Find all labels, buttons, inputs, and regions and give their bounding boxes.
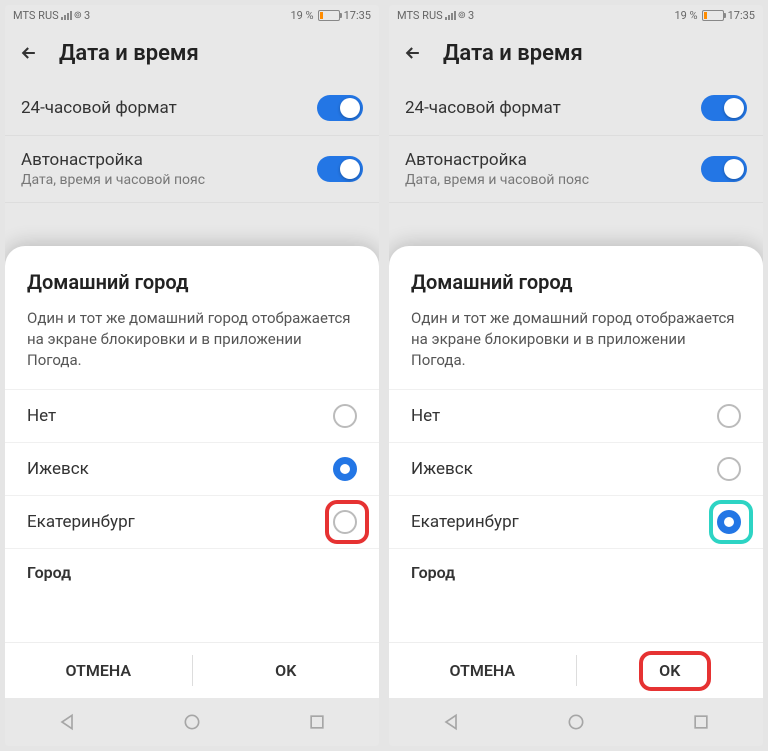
dialog-buttons: ОТМЕНА OK <box>5 642 379 698</box>
signal-icon <box>445 10 456 20</box>
setting-24h[interactable]: 24-часовой формат <box>389 81 763 136</box>
sim-label: 3 <box>84 9 90 22</box>
battery-icon <box>318 10 340 21</box>
dialog-title: Домашний город <box>389 270 763 308</box>
setting-auto[interactable]: Автонастройка Дата, время и часовой пояс <box>389 136 763 203</box>
radio-izhevsk[interactable] <box>333 457 357 481</box>
sim-label: 3 <box>468 9 474 22</box>
time-label: 17:35 <box>344 9 371 22</box>
cancel-button[interactable]: ОТМЕНА <box>389 643 576 698</box>
option-none-label: Нет <box>411 406 440 426</box>
option-ekb-label: Екатеринбург <box>27 512 135 532</box>
time-label: 17:35 <box>728 9 755 22</box>
back-icon[interactable] <box>19 43 39 63</box>
setting-24h-label: 24-часовой формат <box>21 98 177 118</box>
option-izhevsk[interactable]: Ижевск <box>389 442 763 495</box>
option-none[interactable]: Нет <box>389 389 763 442</box>
setting-auto-label: Автонастройка <box>21 150 205 170</box>
toggle-auto[interactable] <box>701 156 747 182</box>
nav-back-icon[interactable] <box>441 712 461 732</box>
city-label: Город <box>411 563 741 582</box>
nav-home-icon[interactable] <box>566 712 586 732</box>
option-none-label: Нет <box>27 406 56 426</box>
city-row[interactable]: Город <box>389 548 763 602</box>
dialog-overlay: Домашний город Один и тот же домашний го… <box>5 215 379 698</box>
option-izhevsk-label: Ижевск <box>411 459 473 479</box>
back-icon[interactable] <box>403 43 423 63</box>
nav-bar <box>389 698 763 746</box>
carrier-label: MTS RUS <box>13 9 59 22</box>
battery-icon <box>702 10 724 21</box>
page-title: Дата и время <box>443 41 583 66</box>
cancel-button[interactable]: ОТМЕНА <box>5 643 192 698</box>
nav-recent-icon[interactable] <box>307 712 327 732</box>
toggle-24h[interactable] <box>701 95 747 121</box>
city-label: Город <box>27 563 357 582</box>
toggle-auto[interactable] <box>317 156 363 182</box>
dialog-overlay: Домашний город Один и тот же домашний го… <box>389 215 763 698</box>
dialog-desc: Один и тот же домашний город отображаетс… <box>5 308 379 389</box>
setting-24h-label: 24-часовой формат <box>405 98 561 118</box>
battery-pct: 19 % <box>674 9 697 22</box>
setting-auto-sub: Дата, время и часовой пояс <box>21 172 205 188</box>
option-ekb[interactable]: Екатеринбург <box>389 495 763 548</box>
setting-auto-label: Автонастройка <box>405 150 589 170</box>
option-izhevsk-label: Ижевск <box>27 459 89 479</box>
toggle-24h[interactable] <box>317 95 363 121</box>
signal-icon <box>61 10 72 20</box>
dialog-buttons: ОТМЕНА OK <box>389 642 763 698</box>
nav-back-icon[interactable] <box>57 712 77 732</box>
phone-right: MTS RUS ⊚ 3 19 % 17:35 Дата и время 24-ч… <box>389 5 763 746</box>
wifi-icon: ⊚ <box>458 10 466 21</box>
status-bar: MTS RUS ⊚ 3 19 % 17:35 <box>389 5 763 25</box>
radio-izhevsk[interactable] <box>717 457 741 481</box>
status-bar: MTS RUS ⊚ 3 19 % 17:35 <box>5 5 379 25</box>
radio-ekb[interactable] <box>717 510 741 534</box>
radio-none[interactable] <box>333 404 357 428</box>
phone-left: MTS RUS ⊚ 3 19 % 17:35 Дата и время 24-ч… <box>5 5 379 746</box>
wifi-icon: ⊚ <box>74 10 82 21</box>
setting-24h[interactable]: 24-часовой формат <box>5 81 379 136</box>
ok-button[interactable]: OK <box>193 643 380 698</box>
dialog-title: Домашний город <box>5 270 379 308</box>
battery-pct: 19 % <box>290 9 313 22</box>
dialog-desc: Один и тот же домашний город отображаетс… <box>389 308 763 389</box>
page-title: Дата и время <box>59 41 199 66</box>
nav-recent-icon[interactable] <box>691 712 711 732</box>
radio-ekb[interactable] <box>333 510 357 534</box>
home-city-dialog: Домашний город Один и тот же домашний го… <box>389 246 763 698</box>
option-ekb-label: Екатеринбург <box>411 512 519 532</box>
radio-none[interactable] <box>717 404 741 428</box>
carrier-label: MTS RUS <box>397 9 443 22</box>
option-ekb[interactable]: Екатеринбург <box>5 495 379 548</box>
option-izhevsk[interactable]: Ижевск <box>5 442 379 495</box>
setting-auto-sub: Дата, время и часовой пояс <box>405 172 589 188</box>
setting-auto[interactable]: Автонастройка Дата, время и часовой пояс <box>5 136 379 203</box>
nav-home-icon[interactable] <box>182 712 202 732</box>
option-none[interactable]: Нет <box>5 389 379 442</box>
header: Дата и время <box>389 25 763 81</box>
header: Дата и время <box>5 25 379 81</box>
home-city-dialog: Домашний город Один и тот же домашний го… <box>5 246 379 698</box>
nav-bar <box>5 698 379 746</box>
ok-button[interactable]: OK <box>577 643 764 698</box>
city-row[interactable]: Город <box>5 548 379 602</box>
